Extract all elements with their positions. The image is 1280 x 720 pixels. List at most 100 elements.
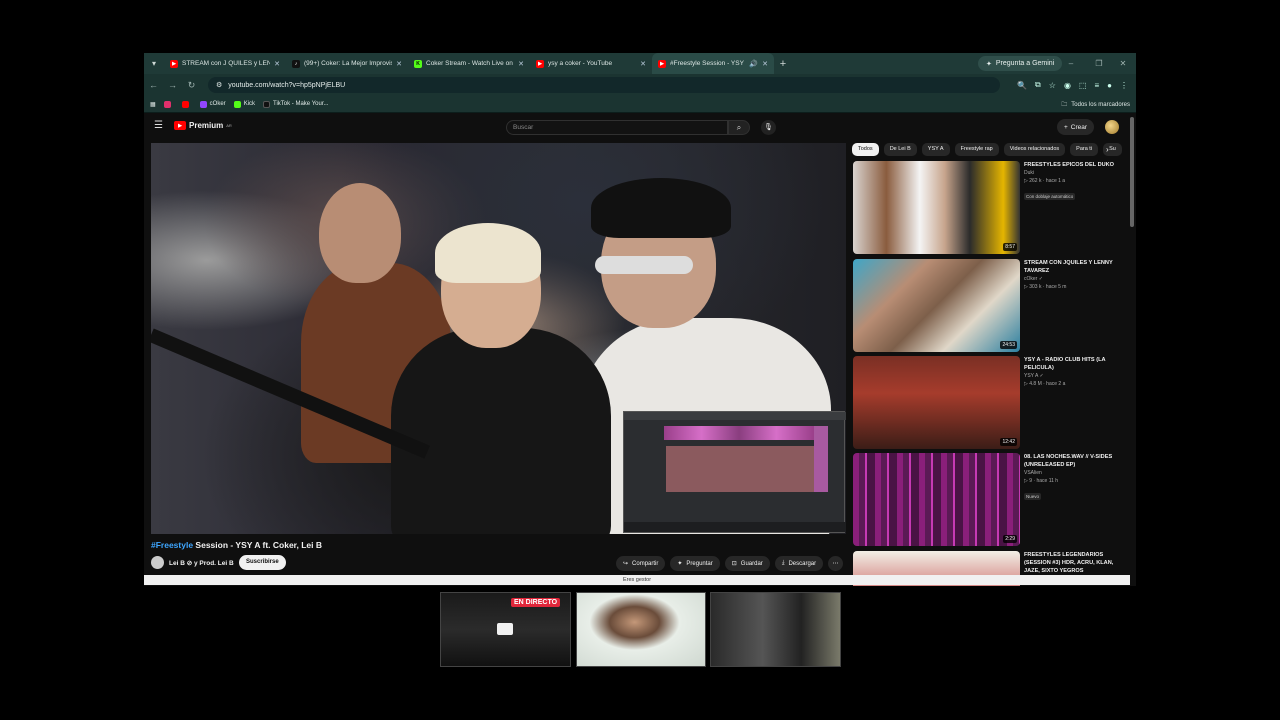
reload-icon[interactable]: ↻ (182, 80, 201, 91)
tab-search-icon[interactable]: ▾ (144, 53, 164, 74)
share-label: Compartir (632, 560, 659, 567)
gemini-button[interactable]: ✦ Pregunta a Gemini (978, 56, 1063, 71)
recommendation-title[interactable]: 08. LAS NOCHES.WAV // V-SIDES (UNRELEASE… (1024, 453, 1119, 469)
share-button[interactable]: ↪ Compartir (616, 556, 666, 571)
chip-ysy-a[interactable]: YSY A (921, 143, 950, 156)
new-tab-button[interactable]: + (774, 58, 792, 70)
close-icon[interactable]: ✕ (762, 60, 768, 68)
more-icon: ⋯ (832, 561, 839, 567)
close-icon[interactable]: ✕ (640, 60, 646, 68)
minimize-button[interactable]: – (1058, 53, 1084, 74)
bookmark-coker[interactable]: cOker (199, 100, 226, 108)
tab-freestyle-session[interactable]: ▶ #Freestyle Session - YSY A 🔊 ✕ (652, 53, 774, 74)
video-thumbnail[interactable]: 12:42 (853, 356, 1020, 449)
recommendation-title[interactable]: STREAM CON JQUILES Y LENNY TAVAREZ (1024, 259, 1119, 275)
bookmark-kick[interactable]: Kick (233, 100, 256, 108)
stream-preview-live[interactable]: EN DIRECTO (440, 592, 571, 667)
recommendation-title[interactable]: FREESTYLES EPICOS DEL DUKO (1024, 161, 1119, 169)
extension-icon[interactable]: ◉ (1064, 81, 1071, 90)
cast-icon[interactable]: ⧉ (1035, 80, 1041, 90)
account-avatar[interactable] (1105, 120, 1119, 134)
duration-badge: 2:29 (1003, 535, 1017, 543)
recommendation-meta: ▷ 9 · hace 11 h (1024, 478, 1059, 484)
video-thumbnail[interactable]: 8:57 (853, 161, 1020, 254)
chip-for-you[interactable]: Para ti (1070, 143, 1099, 156)
video-actions: ↪ Compartir ✦ Preguntar ⊡ Guardar ⤓ Descarga… (616, 556, 844, 571)
forward-arrow-icon[interactable]: → (163, 80, 182, 90)
recommendation-channel[interactable]: Duki (1024, 170, 1119, 177)
screen-share-icon (497, 623, 513, 635)
new-badge: Nuevo (1024, 493, 1042, 500)
chip-lei-b[interactable]: De Lei B (883, 143, 917, 156)
recommendation-channel[interactable]: VSAlien (1024, 470, 1119, 477)
ask-button[interactable]: ✦ Preguntar (670, 556, 720, 571)
playlist-icon[interactable]: ≡ (1094, 81, 1099, 90)
browser-window: ▾ ▶ STREAM con J QUILES y LENNY ✕ ♪ (99+… (144, 53, 1136, 586)
bookmark-label: Kick (243, 101, 256, 107)
download-button[interactable]: ⤓ Descargar (774, 556, 824, 571)
tab-ysy-coker[interactable]: ▶ ysy a coker - YouTube ✕ (530, 53, 652, 74)
dub-badge: Con doblaje automático (1024, 193, 1076, 200)
bookmark-tiktok[interactable]: TikTok - Make Your... (263, 100, 329, 108)
close-icon[interactable]: ✕ (274, 60, 280, 68)
video-player[interactable] (151, 143, 846, 534)
camera-preview[interactable] (710, 592, 841, 667)
chevron-right-icon[interactable]: › (1106, 145, 1109, 154)
tab-coker-kick[interactable]: K Coker Stream - Watch Live on K ✕ (408, 53, 530, 74)
bookmark-instagram[interactable] (163, 100, 174, 108)
all-bookmarks[interactable]: 🗀 Todos los marcadores (1061, 96, 1130, 113)
recommendation-channel[interactable]: cOker ✓ (1024, 276, 1119, 283)
puzzle-icon[interactable]: ⬚ (1079, 81, 1087, 90)
url-field[interactable]: ⚙ youtube.com/watch?v=hp5pNPjELBU (208, 77, 1000, 93)
chip-all[interactable]: Todos (852, 143, 879, 156)
search-input[interactable]: Buscar (506, 120, 728, 135)
profile-icon[interactable]: ● (1107, 81, 1112, 90)
tab-coker-tiktok[interactable]: ♪ (99+) Coker: La Mejor Improvisa ✕ (286, 53, 408, 74)
bookmarks-bar: ▦ cOker Kick TikTok - Make Your... 🗀 Tod… (144, 96, 1136, 113)
youtube-header: ☰ ▶ Premium AR Buscar ⌕ 🎙 + Crear (144, 114, 1136, 140)
scrollbar[interactable] (1130, 117, 1134, 227)
webcam-preview[interactable] (576, 592, 706, 667)
bookmark-youtube[interactable] (181, 100, 192, 108)
save-button[interactable]: ⊡ Guardar (724, 556, 770, 571)
hashtag-link[interactable]: #Freestyle (151, 540, 193, 550)
subscribe-button[interactable]: Suscribirse (239, 555, 286, 570)
microphone-icon[interactable]: 🎙 (761, 120, 776, 135)
hamburger-menu-icon[interactable]: ☰ (154, 120, 163, 131)
zoom-icon[interactable]: 🔍 (1017, 81, 1027, 90)
video-thumbnail[interactable]: 2:29 (853, 453, 1020, 546)
site-info-icon[interactable]: ⚙ (216, 81, 222, 89)
channel-avatar[interactable] (151, 556, 164, 569)
daw-footer (624, 522, 846, 532)
recommendation-meta: ▷ 262 k · hace 1 a (1024, 178, 1066, 184)
maximize-button[interactable]: ❐ (1086, 53, 1112, 74)
chip-freestyle-rap[interactable]: Freestyle rap (954, 143, 999, 156)
channel-name[interactable]: Lei B ⊘ y Prod. Lei B (169, 559, 234, 567)
tab-bar: ▾ ▶ STREAM con J QUILES y LENNY ✕ ♪ (99+… (144, 53, 1136, 74)
video-thumbnail[interactable]: 24:53 (853, 259, 1020, 352)
bookmark-icon: ⊡ (731, 561, 737, 567)
close-window-button[interactable]: ✕ (1110, 53, 1136, 74)
chip-related[interactable]: Videos relacionados (1003, 143, 1066, 156)
more-actions-button[interactable]: ⋯ (828, 556, 844, 571)
menu-icon[interactable]: ⋮ (1120, 81, 1128, 90)
create-button[interactable]: + Crear (1057, 119, 1095, 135)
tab-stream-jquiles[interactable]: ▶ STREAM con J QUILES y LENNY ✕ (164, 53, 286, 74)
gemini-label: Pregunta a Gemini (995, 60, 1055, 67)
plus-icon: + (1064, 123, 1068, 131)
video-person (595, 256, 693, 274)
search-icon[interactable]: ⌕ (728, 120, 750, 135)
speaker-icon[interactable]: 🔊 (749, 60, 758, 68)
back-arrow-icon[interactable]: ← (144, 80, 163, 90)
close-icon[interactable]: ✕ (396, 60, 402, 68)
recommendation-title[interactable]: FREESTYLES LEGENDARIOS (SESSION #3) HDR,… (1024, 551, 1119, 575)
recommendation-channel[interactable]: YSY A ✓ (1024, 373, 1119, 380)
tab-title: #Freestyle Session - YSY A (670, 60, 746, 67)
recommendation-title[interactable]: YSY A - RADIO CLUB HITS (LA PELICULA) (1024, 356, 1119, 372)
youtube-logo[interactable]: ▶ Premium AR (174, 121, 232, 130)
close-icon[interactable]: ✕ (518, 60, 524, 68)
kick-icon: K (414, 59, 422, 68)
all-bookmarks-label: Todos los marcadores (1071, 101, 1130, 108)
star-icon[interactable]: ☆ (1049, 81, 1056, 90)
apps-icon[interactable]: ▦ (150, 101, 156, 108)
